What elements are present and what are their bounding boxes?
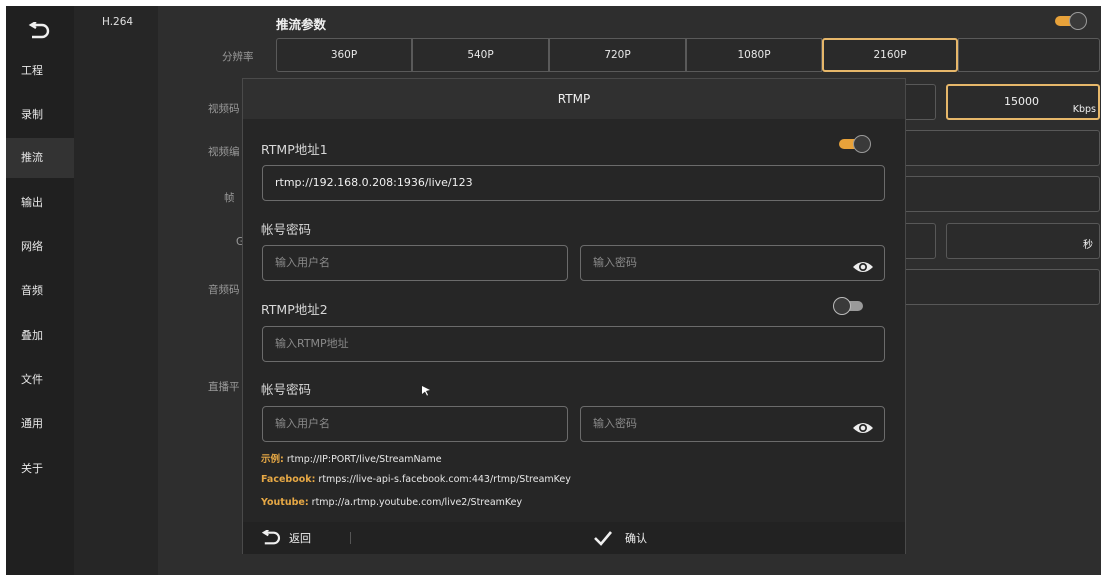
sidebar-item-output[interactable]: 输出 bbox=[6, 183, 74, 223]
account1-label: 帐号密码 bbox=[261, 222, 312, 237]
sidebar-item-project[interactable]: 工程 bbox=[6, 51, 74, 91]
audio-box[interactable] bbox=[898, 269, 1100, 305]
gop-input[interactable]: 秒 bbox=[946, 223, 1100, 259]
example-key: 示例: bbox=[261, 454, 284, 465]
example-value: rtmps://live-api-s.facebook.com:443/rtmp… bbox=[315, 474, 571, 485]
sidebar-item-label: 网络 bbox=[21, 240, 43, 253]
example-youtube: Youtube: rtmp://a.rtmp.youtube.com/live2… bbox=[261, 497, 522, 508]
sidebar-item-label: 推流 bbox=[21, 151, 43, 164]
example-value: rtmp://IP:PORT/live/StreamName bbox=[283, 454, 442, 465]
back-icon[interactable] bbox=[24, 16, 54, 46]
sidebar-item-about[interactable]: 关于 bbox=[6, 449, 74, 489]
bitrate-unit: Kbps bbox=[1072, 104, 1096, 115]
rtmp2-toggle[interactable] bbox=[833, 297, 867, 315]
rtmp1-toggle[interactable] bbox=[837, 135, 871, 153]
sidebar-item-files[interactable]: 文件 bbox=[6, 360, 74, 400]
example-key: Facebook: bbox=[261, 474, 316, 485]
sidebar-item-stream[interactable]: 推流 bbox=[6, 138, 74, 178]
rtmp-dialog: RTMP RTMP地址1 rtmp://192.168.0.208:1936/l… bbox=[242, 78, 906, 554]
sidebar-item-label: 录制 bbox=[21, 108, 43, 121]
bitrate-value: 15000 bbox=[1004, 95, 1039, 108]
rtmp1-label: RTMP地址1 bbox=[261, 142, 328, 157]
audio-bitrate-label: 音频码 bbox=[208, 284, 240, 296]
codec-column: H.264 bbox=[74, 6, 158, 575]
sidebar-item-label: 音频 bbox=[21, 284, 43, 297]
sidebar-item-record[interactable]: 录制 bbox=[6, 95, 74, 135]
confirm-label: 确认 bbox=[625, 532, 647, 545]
sidebar: 工程 录制 推流 输出 网络 音频 叠加 文件 通用 关于 bbox=[6, 6, 74, 575]
resolution-label: 分辨率 bbox=[222, 51, 254, 63]
video-bitrate-label: 视频码 bbox=[208, 103, 240, 115]
resolution-540p-button[interactable]: 540P bbox=[412, 38, 549, 72]
password2-placeholder: 输入密码 bbox=[593, 417, 637, 430]
video-encoder-label: 视频编 bbox=[208, 146, 240, 158]
password1-input[interactable]: 输入密码 bbox=[580, 245, 885, 281]
dialog-title: RTMP bbox=[243, 79, 905, 119]
mouse-cursor-icon bbox=[422, 381, 431, 400]
back-label: 返回 bbox=[289, 532, 311, 545]
eye-icon[interactable] bbox=[852, 255, 874, 289]
eye-icon[interactable] bbox=[852, 416, 874, 450]
codec-label[interactable]: H.264 bbox=[74, 6, 158, 28]
frame-box[interactable] bbox=[898, 176, 1100, 212]
section-title: 推流参数 bbox=[276, 17, 327, 32]
example-facebook: Facebook: rtmps://live-api-s.facebook.co… bbox=[261, 474, 571, 485]
sidebar-item-label: 输出 bbox=[21, 196, 43, 209]
resolution-2160p-button[interactable]: 2160P bbox=[822, 38, 958, 72]
frame-label: 帧 bbox=[224, 192, 235, 204]
sidebar-item-overlay[interactable]: 叠加 bbox=[6, 316, 74, 356]
sidebar-item-label: 关于 bbox=[21, 462, 43, 475]
stream-enable-toggle[interactable] bbox=[1053, 12, 1087, 30]
sidebar-item-label: 工程 bbox=[21, 64, 43, 77]
rtmp2-label: RTMP地址2 bbox=[261, 302, 328, 317]
sidebar-item-label: 叠加 bbox=[21, 329, 43, 342]
resolution-360p-button[interactable]: 360P bbox=[276, 38, 412, 72]
rtmp1-url-input[interactable]: rtmp://192.168.0.208:1936/live/123 bbox=[262, 165, 885, 201]
username2-input[interactable]: 输入用户名 bbox=[262, 406, 568, 442]
resolution-1080p-button[interactable]: 1080P bbox=[686, 38, 822, 72]
sidebar-item-label: 通用 bbox=[21, 417, 43, 430]
sidebar-item-label: 文件 bbox=[21, 373, 43, 386]
app-window: 工程 录制 推流 输出 网络 音频 叠加 文件 通用 关于 H.264 推流参数… bbox=[6, 6, 1101, 575]
dialog-footer: 返回 确认 bbox=[243, 522, 905, 554]
resolution-custom-button[interactable] bbox=[958, 38, 1100, 72]
sidebar-item-general[interactable]: 通用 bbox=[6, 404, 74, 444]
sidebar-item-network[interactable]: 网络 bbox=[6, 227, 74, 267]
sidebar-item-audio[interactable]: 音频 bbox=[6, 271, 74, 311]
rtmp2-url-input[interactable]: 输入RTMP地址 bbox=[262, 326, 885, 362]
footer-divider bbox=[350, 532, 351, 544]
username1-input[interactable]: 输入用户名 bbox=[262, 245, 568, 281]
example-key: Youtube: bbox=[261, 497, 309, 508]
resolution-720p-button[interactable]: 720P bbox=[549, 38, 686, 72]
back-button[interactable]: 返回 bbox=[261, 522, 311, 554]
video-encoder-box[interactable] bbox=[898, 130, 1100, 166]
confirm-button[interactable]: 确认 bbox=[593, 522, 647, 554]
password2-input[interactable]: 输入密码 bbox=[580, 406, 885, 442]
check-icon bbox=[594, 531, 612, 546]
password1-placeholder: 输入密码 bbox=[593, 256, 637, 269]
account2-label: 帐号密码 bbox=[261, 382, 312, 397]
live-platform-label: 直播平 bbox=[208, 381, 240, 393]
example-value: rtmp://a.rtmp.youtube.com/live2/StreamKe… bbox=[308, 497, 523, 508]
example-generic: 示例: rtmp://IP:PORT/live/StreamName bbox=[261, 451, 442, 465]
bitrate-input[interactable]: 15000 Kbps bbox=[946, 84, 1100, 120]
gop-unit: 秒 bbox=[1083, 240, 1093, 251]
back-icon bbox=[261, 530, 280, 545]
